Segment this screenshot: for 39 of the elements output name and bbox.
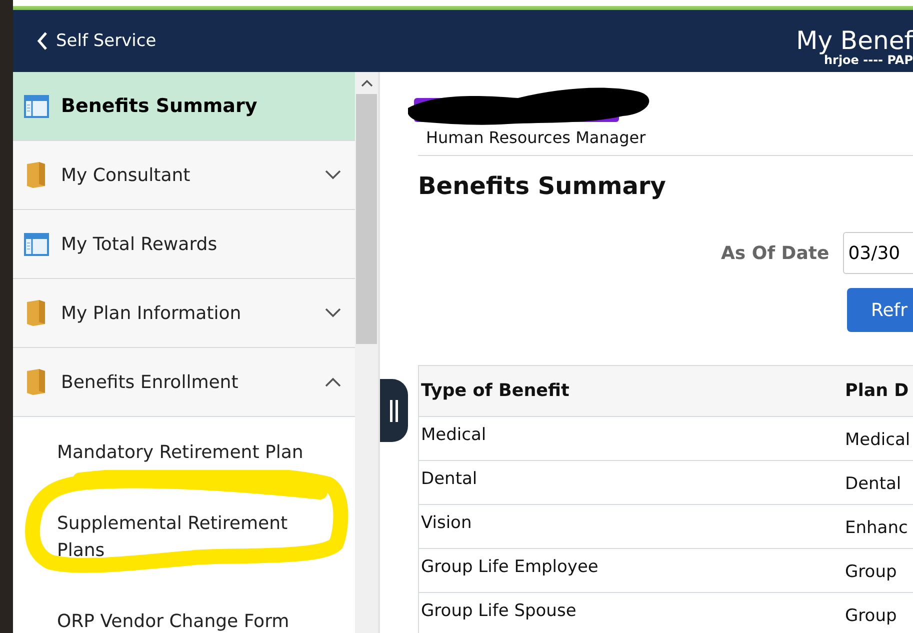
- nav-subitem[interactable]: Supplemental Retirement Plans: [13, 488, 347, 586]
- nav-item[interactable]: My Total Rewards: [13, 210, 355, 279]
- table-cell: Dental: [843, 460, 913, 504]
- pause-bars-icon: [390, 400, 398, 422]
- scroll-up-icon[interactable]: [360, 79, 372, 87]
- nav-item[interactable]: Benefits Enrollment: [13, 348, 355, 417]
- column-header: Plan D: [843, 366, 913, 416]
- window-icon: [24, 232, 48, 256]
- scrollbar-thumb[interactable]: [356, 94, 377, 344]
- nav-item[interactable]: Benefits Summary: [13, 72, 355, 141]
- table-cell: Medical: [418, 416, 843, 460]
- job-title: Human Resources Manager: [425, 127, 647, 147]
- table-cell: Enhanc: [843, 504, 913, 548]
- date-field[interactable]: 03/30: [843, 232, 913, 274]
- chevron-down-icon: [325, 308, 341, 318]
- folder-icon: [25, 299, 47, 327]
- date-label: As Of Date: [721, 242, 830, 264]
- back-link[interactable]: Self Service: [13, 31, 156, 51]
- folder-icon: [25, 161, 47, 189]
- chevron-up-icon: [325, 377, 341, 387]
- refresh-button[interactable]: Refr: [847, 288, 913, 332]
- nav-subitem[interactable]: Mandatory Retirement Plan: [13, 417, 347, 488]
- table-cell: Group: [843, 548, 913, 592]
- table-cell: Vision: [418, 504, 843, 548]
- table-cell: Group: [843, 592, 913, 633]
- chevron-down-icon: [325, 170, 341, 180]
- nav-item[interactable]: My Consultant: [13, 141, 355, 210]
- page-title: Benefits Summary: [418, 172, 667, 200]
- user-info: hrjoe ---- PAP: [824, 54, 913, 66]
- collapse-handle[interactable]: [380, 379, 408, 442]
- column-header: Type of Benefit: [418, 366, 843, 416]
- table-cell: Medical: [843, 416, 913, 460]
- nav-item[interactable]: My Plan Information: [13, 279, 355, 348]
- table-cell: Group Life Employee: [418, 548, 843, 592]
- table-cell: Group Life Spouse: [418, 592, 843, 633]
- nav-subitem[interactable]: ORP Vendor Change Form: [13, 586, 347, 633]
- folder-icon: [25, 368, 47, 396]
- window-icon: [24, 94, 48, 118]
- table-cell: Dental: [418, 460, 843, 504]
